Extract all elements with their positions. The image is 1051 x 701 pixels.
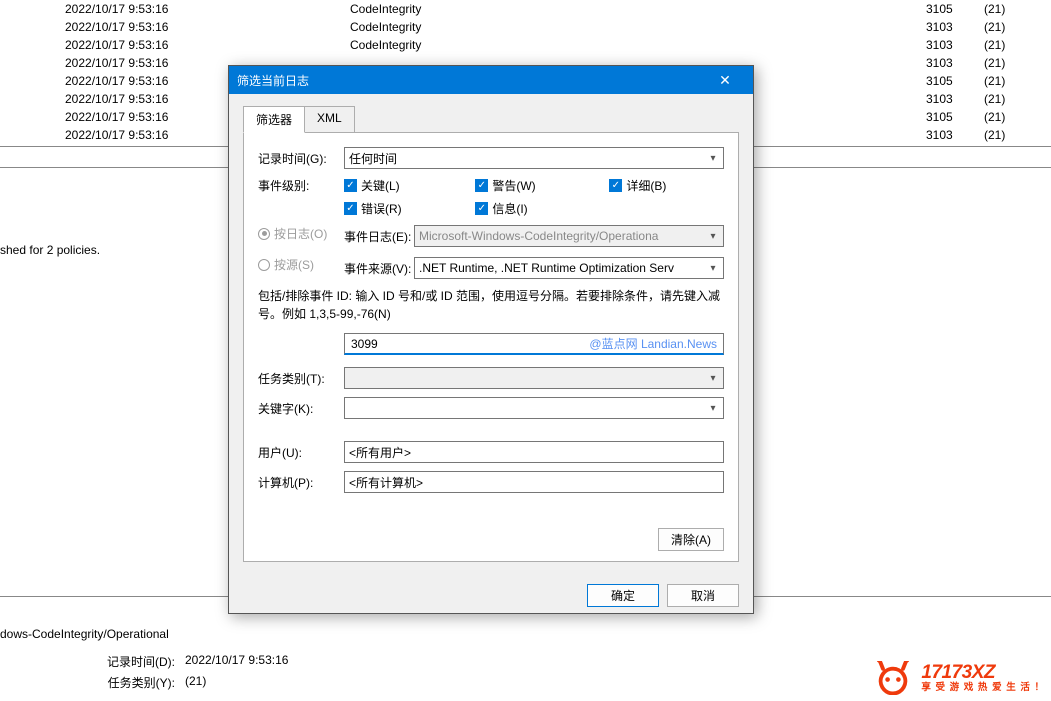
watermark-slogan: 享 受 游 戏 热 爱 生 活 ！: [921, 683, 1045, 693]
cancel-button[interactable]: 取消: [667, 584, 739, 607]
clear-button[interactable]: 清除(A): [658, 528, 724, 551]
cell-source: CodeIntegrity: [350, 38, 926, 52]
cell-id: 3105: [926, 2, 984, 16]
cell-task: (21): [984, 128, 1005, 142]
chk-verbose[interactable]: ✓详细(B): [609, 177, 724, 194]
chk-critical[interactable]: ✓关键(L): [344, 177, 459, 194]
cell-id: 3105: [926, 110, 984, 124]
event-id-input[interactable]: 3099 @蓝点网 Landian.News: [344, 333, 724, 355]
checkbox-icon: ✓: [609, 179, 622, 192]
label-keywords: 关键字(K):: [258, 400, 344, 417]
detail-time-value: 2022/10/17 9:53:16: [175, 653, 288, 670]
titlebar[interactable]: 筛选当前日志 ✕: [229, 66, 753, 94]
filter-dialog: 筛选当前日志 ✕ 筛选器 XML 记录时间(G): ▾ 事件级别: ✓关键(L)…: [228, 65, 754, 614]
chk-info[interactable]: ✓信息(I): [475, 200, 593, 217]
checkbox-icon: ✓: [475, 179, 488, 192]
chk-warning[interactable]: ✓警告(W): [475, 177, 593, 194]
event-log-select: [414, 225, 724, 247]
cell-source: CodeIntegrity: [350, 20, 926, 34]
mascot-icon: [873, 661, 913, 695]
table-row[interactable]: 2022/10/17 9:53:16 CodeIntegrity 3105 (2…: [0, 0, 1051, 18]
computer-input[interactable]: [344, 471, 724, 493]
dialog-title: 筛选当前日志: [237, 72, 705, 89]
cell-source: CodeIntegrity: [350, 2, 926, 16]
cell-task: (21): [984, 92, 1005, 106]
cell-task: (21): [984, 2, 1005, 16]
user-input[interactable]: [344, 441, 724, 463]
checkbox-icon: ✓: [475, 202, 488, 215]
cell-date: 2022/10/17 9:53:16: [0, 20, 350, 34]
chk-error[interactable]: ✓错误(R): [344, 200, 459, 217]
cell-task: (21): [984, 110, 1005, 124]
detail-task-label: 任务类别(Y):: [70, 674, 175, 691]
radio-icon: [258, 228, 270, 240]
cell-id: 3103: [926, 56, 984, 70]
watermark-brand: 17173XZ: [921, 663, 1045, 683]
source-line: dows-CodeIntegrity/Operational: [0, 627, 1051, 641]
cell-id: 3105: [926, 74, 984, 88]
radio-by-log: 按日志(O): [258, 225, 344, 242]
label-logged: 记录时间(G):: [258, 150, 344, 167]
detail-task-value: (21): [175, 674, 206, 691]
label-computer: 计算机(P):: [258, 474, 344, 491]
close-button[interactable]: ✕: [705, 69, 745, 91]
cell-id: 3103: [926, 20, 984, 34]
tab-filter[interactable]: 筛选器: [243, 106, 305, 133]
cell-task: (21): [984, 20, 1005, 34]
label-level: 事件级别:: [258, 177, 344, 194]
tabbar: 筛选器 XML: [229, 94, 753, 133]
tab-panel-filter: 记录时间(G): ▾ 事件级别: ✓关键(L) ✓警告(W) ✓详细(B) ✓错…: [243, 132, 739, 562]
logged-select[interactable]: [344, 147, 724, 169]
label-event-log: 事件日志(E):: [344, 228, 414, 245]
cell-id: 3103: [926, 92, 984, 106]
keywords-select[interactable]: [344, 397, 724, 419]
watermark-logo: 17173XZ 享 受 游 戏 热 爱 生 活 ！: [873, 661, 1045, 695]
checkbox-icon: ✓: [344, 179, 357, 192]
ok-button[interactable]: 确定: [587, 584, 659, 607]
radio-by-source: 按源(S): [258, 256, 344, 273]
table-row[interactable]: 2022/10/17 9:53:16 CodeIntegrity 3103 (2…: [0, 18, 1051, 36]
watermark-text: @蓝点网 Landian.News: [589, 335, 717, 352]
cell-task: (21): [984, 74, 1005, 88]
label-task-cat: 任务类别(T):: [258, 370, 344, 387]
radio-icon: [258, 259, 270, 271]
event-source-select[interactable]: [414, 257, 724, 279]
event-id-value: 3099: [351, 337, 378, 351]
checkbox-icon: ✓: [344, 202, 357, 215]
cell-date: 2022/10/17 9:53:16: [0, 38, 350, 52]
task-cat-select[interactable]: [344, 367, 724, 389]
cell-id: 3103: [926, 38, 984, 52]
cell-task: (21): [984, 56, 1005, 70]
label-user: 用户(U):: [258, 444, 344, 461]
event-id-note: 包括/排除事件 ID: 输入 ID 号和/或 ID 范围，使用逗号分隔。若要排除…: [258, 287, 724, 323]
label-event-source: 事件来源(V):: [344, 260, 414, 277]
cell-task: (21): [984, 38, 1005, 52]
detail-time-label: 记录时间(D):: [70, 653, 175, 670]
cell-date: 2022/10/17 9:53:16: [0, 2, 350, 16]
table-row[interactable]: 2022/10/17 9:53:16 CodeIntegrity 3103 (2…: [0, 36, 1051, 54]
tab-xml[interactable]: XML: [304, 106, 355, 133]
cell-id: 3103: [926, 128, 984, 142]
close-icon: ✕: [719, 72, 731, 89]
